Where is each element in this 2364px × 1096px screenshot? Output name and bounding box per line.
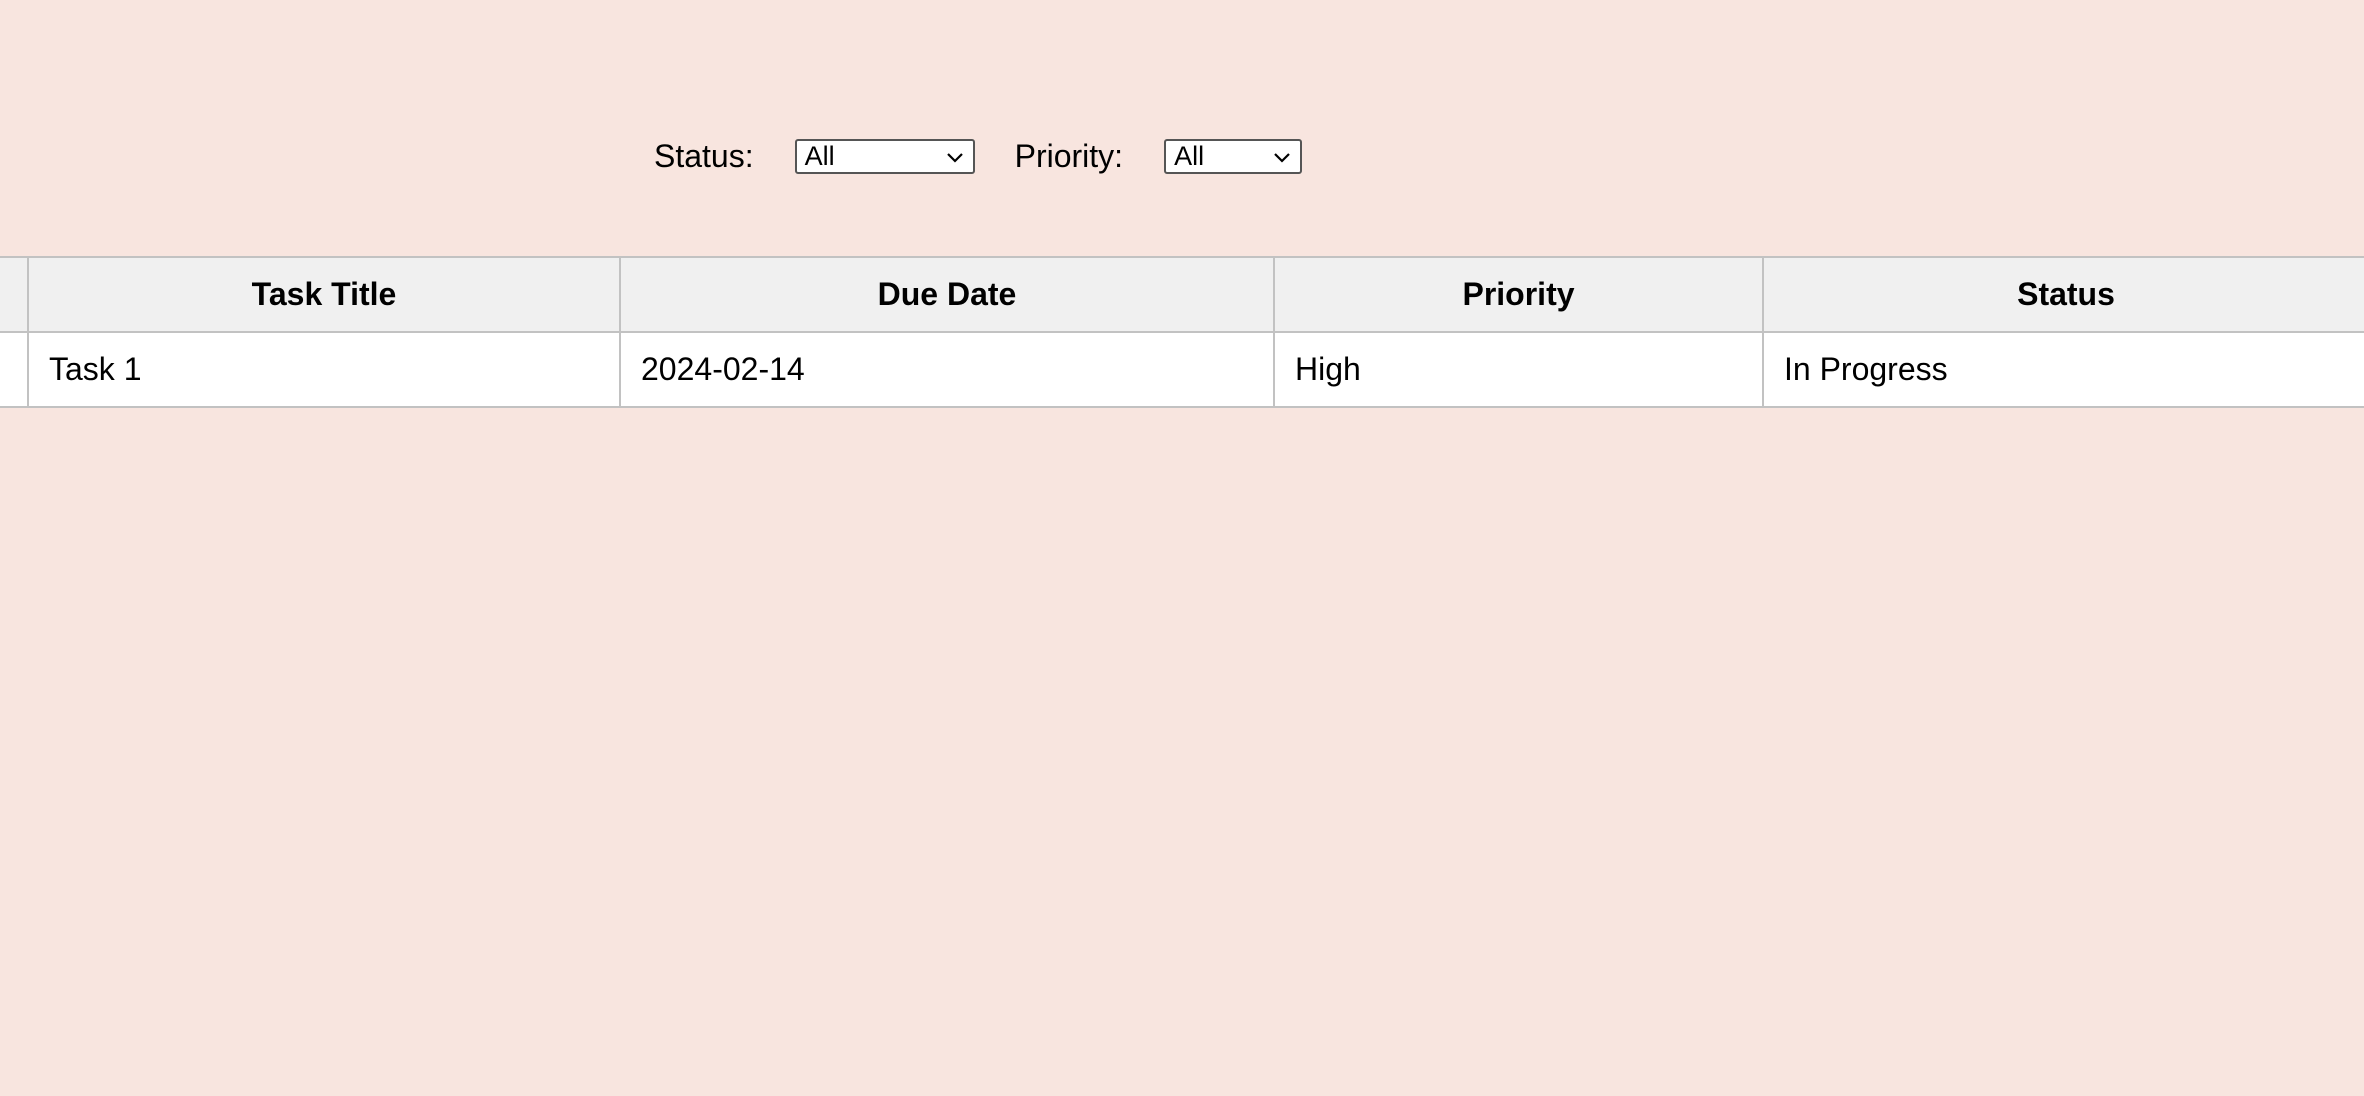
task-table: Task Title Due Date Priority Status Task… bbox=[0, 256, 2364, 408]
status-filter-value: All bbox=[804, 140, 835, 171]
header-stub-cell bbox=[0, 256, 29, 333]
header-task-title: Task Title bbox=[27, 256, 621, 333]
cell-priority: High bbox=[1273, 331, 1764, 408]
header-priority: Priority bbox=[1273, 256, 1764, 333]
priority-filter-select[interactable]: All bbox=[1164, 138, 1303, 174]
cell-due-date: 2024-02-14 bbox=[619, 331, 1275, 408]
filter-bar: Status: All Priority: All bbox=[654, 136, 1303, 176]
table-header-row: Task Title Due Date Priority Status bbox=[0, 256, 2364, 333]
chevron-down-icon bbox=[1274, 152, 1290, 163]
cell-task-title: Task 1 bbox=[27, 331, 621, 408]
priority-filter-value: All bbox=[1174, 140, 1205, 171]
cell-status: In Progress bbox=[1762, 331, 2364, 408]
status-filter-select[interactable]: All bbox=[794, 138, 975, 174]
chevron-down-icon bbox=[946, 152, 963, 163]
header-due-date: Due Date bbox=[619, 256, 1275, 333]
header-status: Status bbox=[1762, 256, 2364, 333]
row-stub-cell bbox=[0, 331, 29, 408]
table-row[interactable]: Task 1 2024-02-14 High In Progress bbox=[0, 331, 2364, 408]
status-filter-label: Status: bbox=[654, 138, 754, 174]
priority-filter-label: Priority: bbox=[1014, 138, 1124, 174]
